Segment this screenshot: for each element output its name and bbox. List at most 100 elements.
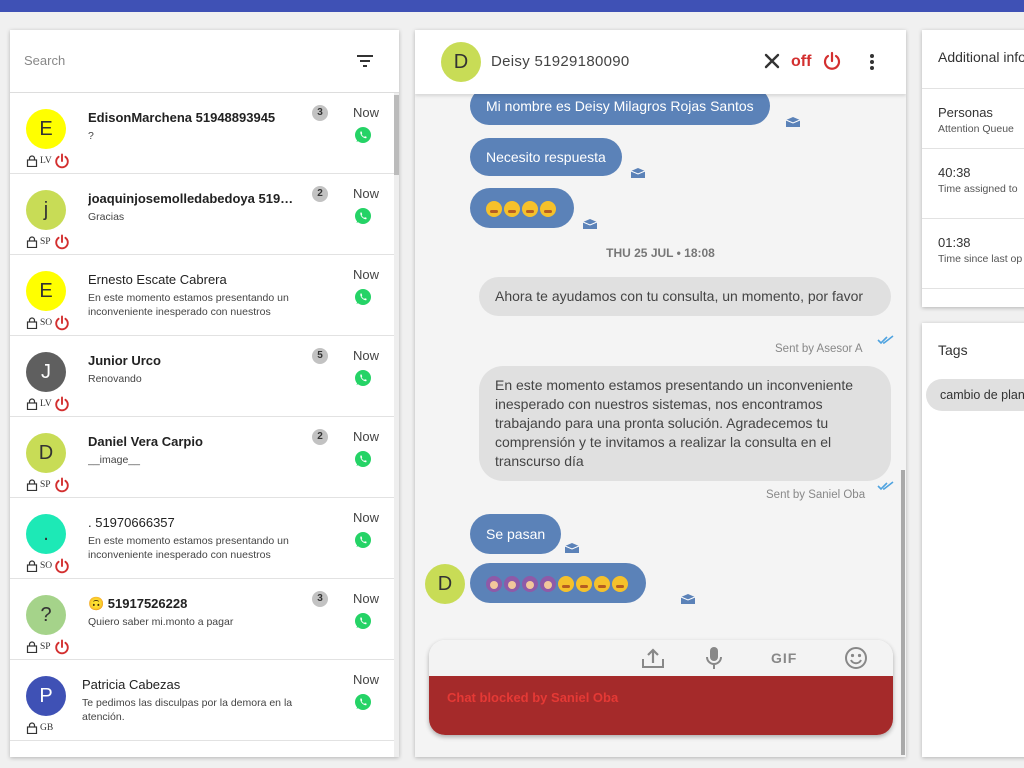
contact-avatar: . — [26, 514, 66, 554]
contact-name: Junior Urco — [88, 353, 161, 368]
lock-icon — [26, 479, 38, 491]
message-composer: GIF Chat blocked by Saniel Oba — [429, 640, 893, 735]
more-vert-icon[interactable] — [867, 52, 877, 72]
last-message-preview: Gracias — [88, 211, 125, 223]
incoming-emoji-message — [470, 563, 646, 603]
whatsapp-icon — [355, 694, 371, 710]
contact-name: 🙃 51917526228 — [88, 596, 188, 611]
last-message-preview: Quiero saber mi.monto a pagar — [88, 616, 234, 628]
emoji — [540, 201, 556, 218]
message-time: Now — [353, 186, 380, 201]
contact-avatar: ? — [26, 595, 66, 635]
emoji — [504, 576, 520, 593]
whatsapp-icon — [355, 289, 371, 305]
message-time: Now — [353, 105, 380, 120]
emoji — [486, 201, 502, 218]
contact-avatar: j — [26, 190, 66, 230]
incoming-message: Se pasan — [470, 514, 562, 554]
last-message-preview: Renovando — [88, 373, 142, 385]
unread-count-badge: 3 — [312, 591, 328, 607]
lock-icon — [26, 560, 38, 572]
last-message-preview: ? — [88, 130, 94, 142]
chat-scrollbar[interactable] — [901, 470, 905, 755]
conversation-item[interactable]: J Junior Urco Renovando 5 Now LV — [10, 336, 394, 417]
conversation-item[interactable]: ? 🙃 51917526228 Quiero saber mi.monto a pa… — [10, 579, 394, 660]
power-icon[interactable] — [54, 234, 70, 250]
info-row: 40:38 Time assigned to — [922, 148, 1024, 218]
contact-avatar: E — [26, 271, 66, 311]
read-ticks-icon — [877, 481, 894, 491]
date-separator: THU 25 JUL • 18:08 — [606, 246, 715, 260]
conversation-item[interactable]: E EdisonMarchena 51948893945? 3 Now LV — [10, 93, 394, 174]
search-input[interactable] — [22, 52, 326, 69]
conversation-item[interactable]: j joaquinjosemolledabedoya 51960… Gracias 2… — [10, 174, 394, 255]
contact-name: Patricia Cabezas — [82, 677, 181, 692]
emoji — [612, 576, 628, 593]
upload-icon[interactable] — [640, 646, 666, 670]
power-icon[interactable] — [54, 477, 70, 493]
unread-count-badge: 2 — [312, 429, 328, 445]
microphone-icon[interactable] — [705, 646, 723, 670]
power-icon[interactable] — [54, 558, 70, 574]
whatsapp-icon — [355, 613, 371, 629]
delivered-box-icon — [680, 594, 696, 604]
queue-code: SO — [40, 318, 53, 328]
conversation-item[interactable]: D Daniel Vera Carpio __image__ 2 Now SP — [10, 417, 394, 498]
unread-count-badge: 5 — [312, 348, 328, 364]
chat-blocked-banner: Chat blocked by Saniel Oba — [429, 676, 893, 735]
conversation-item[interactable]: . . 51970666357 En este momento estamos pr… — [10, 498, 394, 579]
whatsapp-icon — [355, 451, 371, 467]
composer-toolbar: GIF — [429, 640, 893, 676]
list-scrollbar-thumb[interactable] — [394, 95, 399, 175]
info-label: Attention Queue — [938, 123, 1014, 135]
power-icon[interactable] — [822, 51, 842, 71]
delivered-box-icon — [582, 219, 598, 229]
contact-name: . 51970666357 — [88, 515, 175, 530]
contact-name: joaquinjosemolledabedoya 51960… — [88, 191, 298, 206]
filter-icon[interactable] — [356, 54, 374, 68]
emoji-picker-icon[interactable] — [844, 646, 868, 670]
additional-info-title: Additional info — [938, 49, 1024, 65]
lock-icon — [26, 155, 38, 167]
contact-avatar-small: D — [425, 564, 465, 604]
top-app-bar — [0, 0, 1024, 12]
queue-code: SP — [40, 480, 51, 490]
last-message-preview: En este momento estamos presentando un i… — [88, 292, 289, 318]
contact-name: Ernesto Escate Cabrera — [88, 272, 227, 287]
info-label: Time assigned to — [938, 183, 1018, 195]
message-time: Now — [353, 429, 380, 444]
emoji — [558, 576, 574, 593]
queue-code: LV — [40, 399, 52, 409]
power-icon[interactable] — [54, 639, 70, 655]
message-time: Now — [353, 267, 380, 282]
lock-icon — [26, 641, 38, 653]
info-row: 01:38 Time since last op — [922, 218, 1024, 288]
conversation-item[interactable]: P Patricia Cabezas Te pedimos las disculpa… — [10, 660, 394, 741]
gif-button[interactable]: GIF — [771, 650, 797, 674]
contact-avatar: P — [26, 676, 66, 716]
tag-chip[interactable]: cambio de plan — [926, 379, 1024, 411]
chat-panel: D Deisy 51929180090 off Mi nombre es Dei… — [415, 30, 906, 757]
list-scrollbar[interactable] — [394, 93, 399, 757]
outgoing-message: En este momento estamos presentando un i… — [479, 366, 891, 481]
search-bar — [10, 30, 399, 93]
message-time: Now — [353, 510, 380, 525]
contact-avatar: J — [26, 352, 66, 392]
conversation-item[interactable]: E Ernesto Escate Cabrera En este momento e… — [10, 255, 394, 336]
message-time: Now — [353, 591, 380, 606]
contact-name: Daniel Vera Carpio — [88, 434, 203, 449]
power-icon[interactable] — [54, 153, 70, 169]
queue-code: SP — [40, 642, 51, 652]
tags-title: Tags — [938, 342, 968, 358]
contact-name: EdisonMarchena 51948893945 — [88, 110, 276, 125]
lock-icon — [26, 722, 38, 734]
sent-by-label: Sent by Asesor A — [775, 343, 863, 355]
unread-count-badge: 2 — [312, 186, 328, 202]
emoji — [576, 576, 592, 593]
close-icon[interactable] — [763, 52, 781, 70]
power-icon[interactable] — [54, 396, 70, 412]
additional-info-panel: Additional info Personas Attention Queue… — [922, 30, 1024, 307]
incoming-emoji-message — [470, 188, 574, 228]
whatsapp-icon — [355, 370, 371, 386]
power-icon[interactable] — [54, 315, 70, 331]
